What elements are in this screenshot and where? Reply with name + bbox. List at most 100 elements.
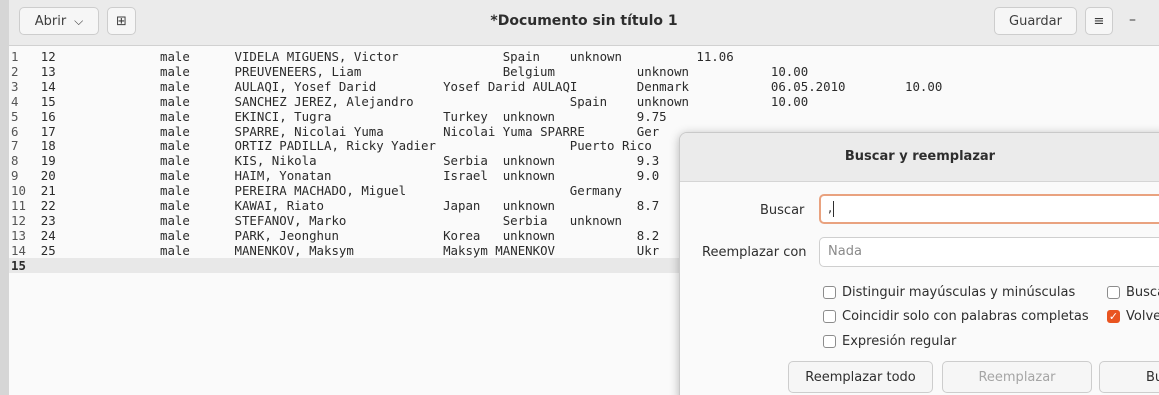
editor-line[interactable]: 5 16 male EKINCI, Tugra Turkey unknown 9.75 — [9, 109, 1159, 124]
line-cell: male — [160, 168, 190, 184]
search-backwards-label: Buscar — [1126, 285, 1159, 300]
line-cell: STEFANOV, Marko — [234, 212, 347, 228]
whole-words-checkbox[interactable]: Coincidir solo con palabras completas — [823, 309, 1089, 324]
line-cell: KIS, Nikola — [234, 153, 317, 169]
line-cell: 13 — [40, 63, 56, 79]
line-cell: unknown — [636, 93, 690, 109]
line-cell: Nicolai Yuma SPARRE — [443, 123, 585, 139]
line-cell: unknown — [502, 108, 555, 124]
window-title: *Documento sin título 1 — [490, 13, 678, 29]
dialog-header: Buscar y reemplazar — [680, 133, 1159, 182]
case-sensitive-label: Distinguir mayúsculas y minúsculas — [842, 285, 1076, 300]
find-button[interactable]: Bu — [1099, 361, 1159, 393]
replace-all-button[interactable]: Reemplazar todo — [788, 361, 933, 393]
line-cell: PEREIRA MACHADO, Miguel — [234, 183, 407, 199]
line-cell: male — [160, 78, 190, 94]
line-cell: unknown — [569, 212, 622, 228]
line-cell: 10.00 — [905, 78, 943, 94]
save-button[interactable]: Guardar — [994, 7, 1077, 35]
line-cell: PREUVENEERS, Liam — [234, 63, 362, 79]
line-cell: Ger — [636, 123, 660, 139]
line-cell: Spain — [569, 93, 608, 109]
line-cell: male — [160, 183, 190, 199]
line-cell: 22 — [40, 198, 56, 213]
line-cell: PARK, Jeonghun — [234, 227, 339, 243]
line-cell: 19 — [40, 153, 56, 169]
search-backwards-checkbox[interactable]: Buscar — [1107, 285, 1159, 300]
line-cell: unknown — [502, 168, 555, 184]
new-tab-icon: ⊞ — [116, 13, 127, 29]
line-cell: 8.2 — [636, 227, 660, 243]
line-cell: 9.0 — [636, 168, 660, 184]
wrap-around-checkbox[interactable]: ✓ Volver — [1107, 309, 1159, 324]
line-cell: EKINCI, Tugra — [234, 108, 332, 124]
line-cell: unknown — [569, 49, 622, 64]
line-cell: male — [160, 198, 190, 213]
line-cell: unknown — [636, 63, 690, 79]
new-tab-button[interactable]: ⊞ — [107, 7, 136, 35]
line-cell: Germany — [569, 183, 622, 199]
line-cell: 8.7 — [636, 198, 660, 213]
line-cell: Israel — [443, 168, 488, 184]
line-number: 1 — [11, 49, 19, 64]
case-sensitive-checkbox[interactable]: Distinguir mayúsculas y minúsculas — [823, 285, 1075, 300]
line-cell: Maksym MANENKOV — [443, 242, 555, 258]
line-cell: Denmark — [636, 78, 690, 94]
editor-line[interactable]: 3 14 male AULAQI, Yosef Darid Yosef Darid AU… — [9, 79, 1159, 94]
line-number: 7 — [11, 138, 19, 154]
regex-label: Expresión regular — [842, 334, 957, 349]
wrap-around-label: Volver — [1126, 309, 1159, 324]
line-cell: male — [160, 242, 190, 258]
line-number: 6 — [11, 123, 19, 139]
line-cell: 10.00 — [770, 93, 809, 109]
editor-line[interactable]: 4 15 male SANCHEZ JEREZ, Alejandro Spain unkn… — [9, 94, 1159, 109]
find-label: Buscar — [760, 203, 805, 218]
line-cell: male — [160, 108, 190, 124]
replace-input[interactable]: Nada — [819, 237, 1159, 267]
line-cell: male — [160, 212, 190, 228]
replace-label: Reemplazar con — [702, 245, 807, 260]
line-cell: 20 — [40, 168, 56, 184]
whole-words-label: Coincidir solo con palabras completas — [842, 309, 1089, 324]
text-editor-window: Abrir ⌵ ⊞ *Documento sin título 1 Guarda… — [9, 0, 1159, 395]
line-cell: 11.06 — [696, 49, 734, 64]
line-cell: Puerto Rico — [569, 138, 652, 154]
line-number: 15 — [11, 257, 26, 273]
line-cell: unknown — [502, 198, 555, 213]
minimize-button[interactable]: – — [1129, 12, 1136, 28]
replace-button[interactable]: Reemplazar — [942, 361, 1092, 393]
line-cell: 25 — [40, 242, 56, 258]
checkbox-unchecked-icon — [1107, 286, 1120, 299]
header-bar: Abrir ⌵ ⊞ *Documento sin título 1 Guarda… — [9, 0, 1159, 46]
editor-line[interactable]: 2 13 male PREUVENEERS, Liam Belgium unknown 10… — [9, 64, 1159, 79]
line-cell: VIDELA MIGUENS, Victor — [234, 49, 399, 64]
editor-line[interactable]: 1 12 male VIDELA MIGUENS, Victor Spain unknow… — [9, 49, 1159, 64]
checkbox-unchecked-icon — [823, 286, 836, 299]
line-cell: KAWAI, Riato — [234, 198, 325, 213]
line-cell: 16 — [40, 108, 56, 124]
line-cell: male — [160, 49, 190, 64]
line-cell: SANCHEZ JEREZ, Alejandro — [234, 93, 414, 109]
line-number: 3 — [11, 78, 19, 94]
line-cell: Belgium — [502, 63, 555, 79]
menu-button[interactable]: ≡ — [1085, 7, 1113, 35]
find-replace-dialog: Buscar y reemplazar Buscar , Reemplazar … — [679, 132, 1159, 395]
regex-checkbox[interactable]: Expresión regular — [823, 334, 956, 349]
hamburger-menu-icon: ≡ — [1093, 13, 1105, 29]
chevron-down-icon: ⌵ — [74, 13, 84, 28]
find-input[interactable]: , — [819, 194, 1159, 224]
open-button-label: Abrir — [34, 13, 67, 29]
line-cell: Ukr — [636, 242, 660, 258]
line-cell: 14 — [40, 78, 56, 94]
open-button[interactable]: Abrir ⌵ — [19, 7, 99, 35]
line-cell: 17 — [40, 123, 56, 139]
line-cell: Spain — [502, 49, 540, 64]
line-cell: Japan — [443, 198, 481, 213]
line-cell: ORTIZ PADILLA, Ricky Yadier — [234, 138, 436, 154]
line-cell: AULAQI, Yosef Darid — [234, 78, 377, 94]
line-cell: 12 — [40, 49, 56, 64]
line-number: 9 — [11, 168, 19, 184]
line-number: 10 — [11, 183, 26, 199]
line-cell: Serbia — [502, 212, 548, 228]
line-cell: HAIM, Yonatan — [234, 168, 332, 184]
